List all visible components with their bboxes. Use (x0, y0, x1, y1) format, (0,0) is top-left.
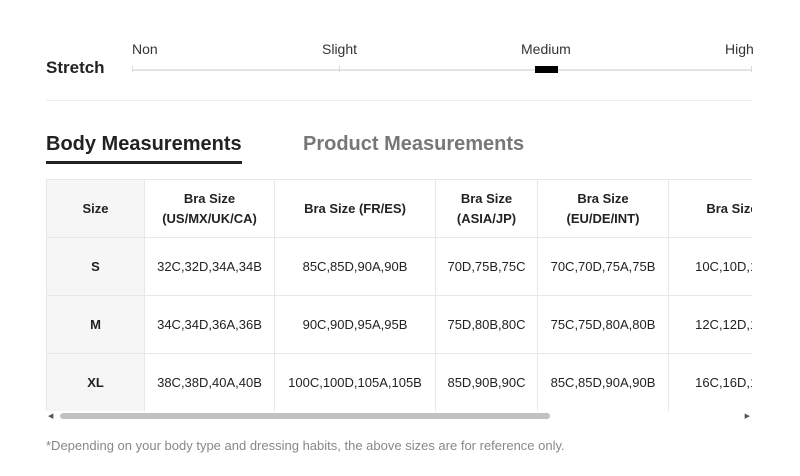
table-cell: 75D,80B,80C (435, 295, 538, 354)
column-header-size: Size (46, 179, 145, 238)
column-header-eu: Bra Size (EU/DE/INT) (537, 179, 669, 238)
column-header-au: Bra Size (AU) (668, 179, 752, 238)
scrollbar-thumb[interactable] (60, 413, 550, 419)
size-cell: S (46, 237, 145, 296)
arrow-right-icon[interactable]: ▶ (745, 412, 750, 420)
section-divider (46, 100, 752, 101)
header-text: Bra Size (577, 190, 629, 206)
column-header-fr: Bra Size (FR/ES) (274, 179, 436, 238)
stretch-tick (339, 66, 340, 72)
size-table: Size Bra Size (US/MX/UK/CA) Bra Size (FR… (46, 179, 752, 411)
stretch-level-non: Non (132, 41, 158, 57)
tab-body-measurements[interactable]: Body Measurements (46, 133, 242, 164)
header-text: Bra Size (FR/ES) (304, 200, 406, 216)
stretch-tick (132, 66, 133, 72)
stretch-label: Stretch (46, 58, 105, 77)
table-cell: 85C,85D,90A,90B (537, 353, 669, 411)
header-text: Bra Size (183, 190, 236, 206)
table-cell: 16C,16D,18A,18B (668, 353, 752, 411)
table-cell: 12C,12D,14A,14B (668, 295, 752, 354)
table-cell: 34C,34D,36A,36B (144, 295, 275, 354)
column-header-asia: Bra Size (ASIA/JP) (435, 179, 538, 238)
stretch-scale-track (132, 69, 752, 71)
header-text: Bra Size (460, 190, 513, 206)
table-cell: 70D,75B,75C (435, 237, 538, 296)
table-cell: 70C,70D,75A,75B (537, 237, 669, 296)
table-cell: 100C,100D,105A,105B (274, 353, 436, 411)
table-cell: 32C,32D,34A,34B (144, 237, 275, 296)
table-cell: 10C,10D,12A,12B (668, 237, 752, 296)
stretch-selected-marker (535, 66, 558, 73)
tab-product-measurements[interactable]: Product Measurements (303, 133, 524, 156)
table-horizontal-scrollbar[interactable]: ◀ ▶ (46, 411, 752, 421)
stretch-section: Stretch Non Slight Medium High (0, 0, 800, 100)
table-row: S 32C,32D,34A,34B 85C,85D,90A,90B 70D,75… (46, 237, 752, 296)
stretch-level-slight: Slight (322, 41, 358, 57)
table-header-row: Size Bra Size (US/MX/UK/CA) Bra Size (FR… (46, 179, 752, 238)
table-cell: 85C,85D,90A,90B (274, 237, 436, 296)
stretch-level-medium: Medium (521, 41, 571, 57)
size-table-container: Size Bra Size (US/MX/UK/CA) Bra Size (FR… (46, 179, 752, 411)
arrow-left-icon[interactable]: ◀ (48, 412, 53, 420)
header-text: Size (82, 200, 109, 216)
table-row: XL 38C,38D,40A,40B 100C,100D,105A,105B 8… (46, 353, 752, 411)
stretch-level-high: High (725, 41, 754, 57)
header-subtext: (US/MX/UK/CA) (162, 210, 257, 226)
header-text: Bra Size (AU) (706, 200, 752, 216)
table-cell: 75C,75D,80A,80B (537, 295, 669, 354)
table-cell: 90C,90D,95A,95B (274, 295, 436, 354)
size-cell: XL (46, 353, 145, 411)
stretch-tick (751, 66, 752, 72)
table-cell: 38C,38D,40A,40B (144, 353, 275, 411)
header-subtext: (ASIA/JP) (456, 210, 517, 226)
column-header-us: Bra Size (US/MX/UK/CA) (144, 179, 275, 238)
size-cell: M (46, 295, 145, 354)
header-subtext: (EU/DE/INT) (566, 210, 640, 226)
footnote: *Depending on your body type and dressin… (46, 438, 565, 453)
table-row: M 34C,34D,36A,36B 90C,90D,95A,95B 75D,80… (46, 295, 752, 354)
table-cell: 85D,90B,90C (435, 353, 538, 411)
